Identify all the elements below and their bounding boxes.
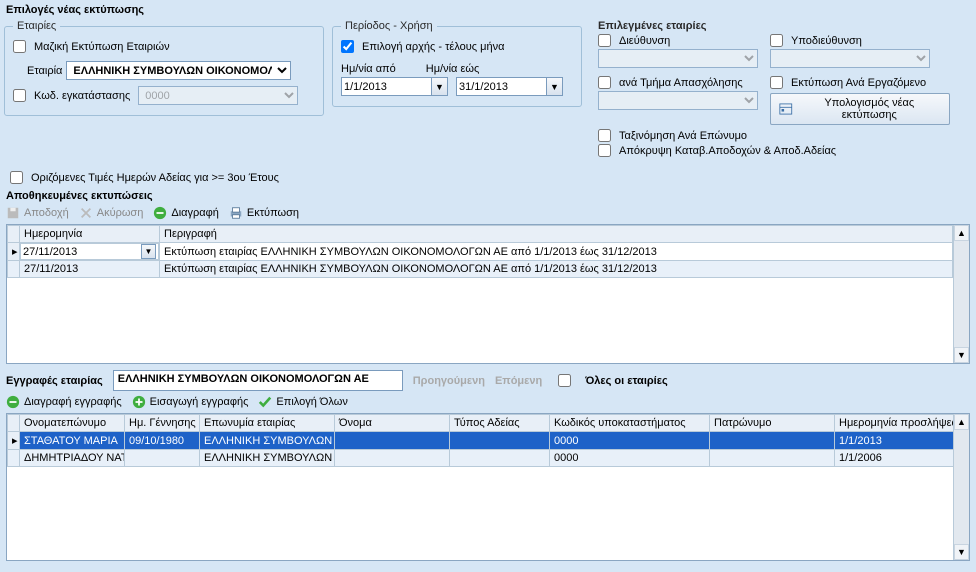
period-legend: Περίοδος - Χρήση — [341, 20, 437, 32]
start-end-checkbox[interactable] — [341, 40, 354, 53]
hide-label: Απόκρυψη Καταβ.Αποδοχών & Αποδ.Αδείας — [619, 145, 836, 157]
table-row[interactable]: 27/11/2013 Εκτύπωση εταιρίας ΕΛΛΗΝΙΚΗ ΣΥ… — [8, 261, 953, 278]
records-company-display: ΕΛΛΗΝΙΚΗ ΣΥΜΒΟΥΛΩΝ ΟΙΚΟΝΟΜΟΛΟΓΩΝ ΑΕ — [113, 370, 403, 391]
chevron-down-icon[interactable]: ▼ — [431, 77, 448, 96]
install-code-checkbox[interactable] — [13, 89, 26, 102]
select-all-button[interactable]: Επιλογή Όλων — [258, 395, 347, 409]
date-from-combo[interactable]: ▼ — [341, 77, 448, 96]
prev-button: Προηγούμενη — [413, 375, 485, 387]
selected-companies-legend: Επιλεγμένες εταιρίες — [598, 20, 707, 32]
chevron-down-icon[interactable]: ▼ — [546, 77, 563, 96]
save-icon — [6, 206, 20, 220]
calculate-button[interactable]: Υπολογισμός νέας εκτύπωσης — [770, 93, 950, 125]
saved-prints-title: Αποθηκευμένες εκτυπώσεις — [6, 190, 970, 202]
companies-fieldset: Εταιρίες Μαζική Εκτύπωση Εταιριών Εταιρί… — [4, 20, 324, 116]
selected-companies-fieldset: Επιλεγμένες εταιρίες Διεύθυνση Υποδιεύθυ… — [590, 20, 972, 167]
insert-record-button[interactable]: Εισαγωγή εγγραφής — [132, 395, 249, 409]
table-row[interactable]: ΔΗΜΗΤΡΙΑΔΟΥ ΝΑΤΑ ΕΛΛΗΝΙΚΗ ΣΥΜΒΟΥΛΩΝ Ο 00… — [8, 450, 954, 467]
col-hire-date[interactable]: Ημερομηνία προσλήψεως — [835, 415, 954, 432]
records-bar: Εγγραφές εταιρίας ΕΛΛΗΝΙΚΗ ΣΥΜΒΟΥΛΩΝ ΟΙΚ… — [6, 370, 970, 391]
records-grid[interactable]: Ονοματεπώνυμο Ημ. Γέννησης Επωνυμία εται… — [6, 413, 970, 561]
col-leave-type[interactable]: Τύπος Αδείας — [450, 415, 550, 432]
address-select — [598, 49, 758, 68]
print-button[interactable]: Εκτύπωση — [229, 206, 299, 220]
records-label: Εγγραφές εταιρίας — [6, 375, 103, 387]
per-employee-checkbox[interactable] — [770, 76, 783, 89]
defined-values-checkbox[interactable] — [10, 171, 23, 184]
all-companies-checkbox[interactable] — [558, 374, 571, 387]
per-dept-label: ανά Τμήμα Απασχόλησης — [619, 77, 743, 89]
row-indicator-icon: ▸ — [8, 243, 20, 261]
row-header-corner — [8, 226, 20, 243]
col-date[interactable]: Ημερομηνία — [20, 226, 160, 243]
sort-checkbox[interactable] — [598, 129, 611, 142]
per-dept-select — [598, 91, 758, 110]
new-print-options-title: Επιλογές νέας εκτύπωσης — [6, 4, 970, 16]
records-toolbar: Διαγραφή εγγραφής Εισαγωγή εγγραφής Επιλ… — [6, 395, 970, 409]
start-end-label: Επιλογή αρχής - τέλους μήνα — [362, 41, 504, 53]
printer-icon — [229, 206, 243, 220]
scroll-up-icon[interactable]: ▲ — [954, 225, 969, 241]
col-birth[interactable]: Ημ. Γέννησης — [125, 415, 200, 432]
col-name[interactable]: Ονοματεπώνυμο — [20, 415, 125, 432]
date-to-input[interactable] — [456, 77, 546, 96]
mass-print-checkbox[interactable] — [13, 40, 26, 53]
period-fieldset: Περίοδος - Χρήση Επιλογή αρχής - τέλους … — [332, 20, 582, 107]
chevron-down-icon[interactable]: ▼ — [141, 244, 156, 259]
vertical-scrollbar[interactable]: ▲ ▼ — [953, 225, 969, 363]
scroll-down-icon[interactable]: ▼ — [954, 544, 969, 560]
col-fname[interactable]: Όνομα — [335, 415, 450, 432]
address-checkbox[interactable] — [598, 34, 611, 47]
plus-circle-icon — [132, 395, 146, 409]
cancel-icon — [79, 206, 93, 220]
minus-circle-icon — [6, 395, 20, 409]
date-to-combo[interactable]: ▼ — [456, 77, 563, 96]
date-from-label: Ημ/νία από — [341, 63, 396, 75]
vertical-scrollbar[interactable]: ▲ ▼ — [953, 414, 969, 560]
date-to-label: Ημ/νία εώς — [426, 63, 480, 75]
saved-prints-grid[interactable]: Ημερομηνία Περιγραφή ▸ 27/11/2013 ▼ Εκτύ… — [6, 224, 970, 364]
install-code-label: Κωδ. εγκατάστασης — [34, 90, 130, 102]
accept-button: Αποδοχή — [6, 206, 69, 220]
table-row[interactable]: ▸ 27/11/2013 ▼ Εκτύπωση εταιρίας ΕΛΛΗΝΙΚ… — [8, 243, 953, 261]
date-cell-editing[interactable]: 27/11/2013 ▼ — [20, 243, 159, 260]
per-dept-checkbox[interactable] — [598, 76, 611, 89]
company-label: Εταιρία — [27, 65, 62, 77]
address-label: Διεύθυνση — [619, 35, 670, 47]
col-company[interactable]: Επωνυμία εταιρίας — [200, 415, 335, 432]
col-branch-code[interactable]: Κωδικός υποκαταστήματος — [550, 415, 710, 432]
cancel-button: Ακύρωση — [79, 206, 144, 220]
company-select[interactable]: ΕΛΛΗΝΙΚΗ ΣΥΜΒΟΥΛΩΝ ΟΙΚΟΝΟΜΟΛΟΓΩΝ — [66, 61, 291, 80]
hide-checkbox[interactable] — [598, 144, 611, 157]
row-indicator-icon: ▸ — [8, 432, 20, 450]
date-from-input[interactable] — [341, 77, 431, 96]
subaddress-select — [770, 49, 930, 68]
col-father[interactable]: Πατρώνυμο — [710, 415, 835, 432]
sort-label: Ταξινόμηση Ανά Επώνυμο — [619, 130, 747, 142]
next-button: Επόμενη — [495, 375, 542, 387]
scroll-up-icon[interactable]: ▲ — [954, 414, 969, 430]
all-companies-label: Όλες οι εταιρίες — [585, 375, 667, 387]
delete-record-button[interactable]: Διαγραφή εγγραφής — [6, 395, 122, 409]
col-desc[interactable]: Περιγραφή — [160, 226, 953, 243]
subaddress-label: Υποδιεύθυνση — [791, 35, 862, 47]
saved-prints-toolbar: Αποδοχή Ακύρωση Διαγραφή Εκτύπωση — [6, 206, 970, 220]
companies-legend: Εταιρίες — [13, 20, 60, 32]
subaddress-checkbox[interactable] — [770, 34, 783, 47]
calendar-icon — [779, 102, 793, 116]
defined-values-label: Οριζόμενες Τιμές Ημερών Αδείας για >= 3ο… — [31, 172, 279, 184]
install-code-select: 0000 — [138, 86, 298, 105]
mass-print-label: Μαζική Εκτύπωση Εταιριών — [34, 41, 170, 53]
scroll-down-icon[interactable]: ▼ — [954, 347, 969, 363]
delete-button[interactable]: Διαγραφή — [153, 206, 219, 220]
per-employee-label: Εκτύπωση Ανά Εργαζόμενο — [791, 77, 926, 89]
table-row[interactable]: ▸ ΣΤΑΘΑΤΟΥ ΜΑΡΙΑ 09/10/1980 ΕΛΛΗΝΙΚΗ ΣΥΜ… — [8, 432, 954, 450]
desc-cell[interactable]: Εκτύπωση εταιρίας ΕΛΛΗΝΙΚΗ ΣΥΜΒΟΥΛΩΝ ΟΙΚ… — [160, 243, 953, 261]
minus-circle-icon — [153, 206, 167, 220]
check-icon — [258, 395, 272, 409]
